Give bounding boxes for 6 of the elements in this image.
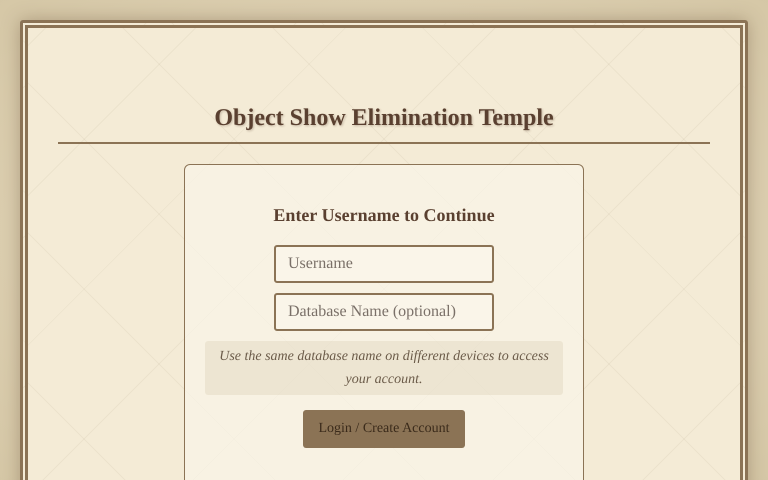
login-heading: Enter Username to Continue — [273, 204, 495, 227]
login-button[interactable]: Login / Create Account — [303, 410, 465, 448]
hint-text: Use the same database name on different devices to access your account. — [205, 341, 563, 395]
database-field[interactable]: Database Name (optional) — [274, 293, 494, 331]
username-field[interactable]: Username — [274, 245, 494, 283]
page-title: Object Show Elimination Temple — [214, 104, 554, 133]
